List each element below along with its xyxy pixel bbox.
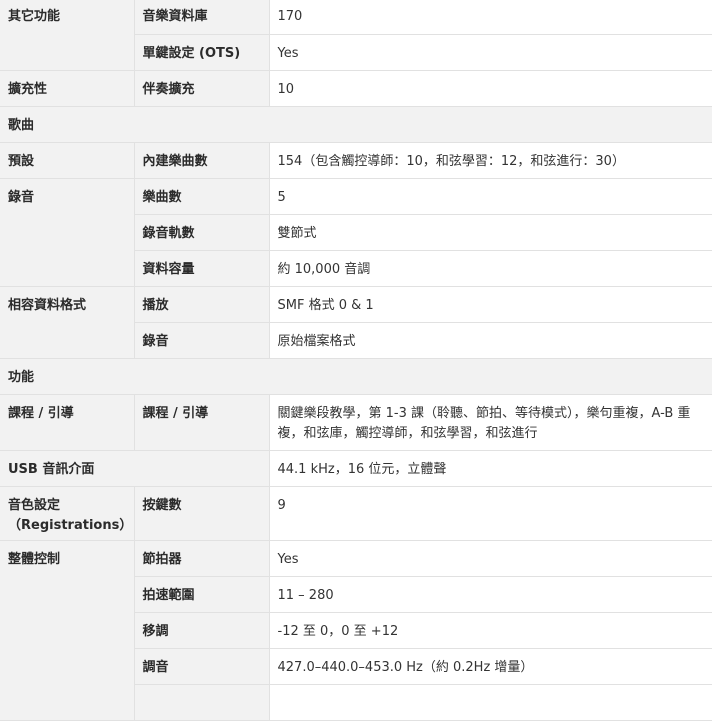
row-group-label: 預設 [0,142,134,179]
row-value: 10 [268,70,712,107]
row-label: 資料容量 [133,250,269,287]
row-label: 按鍵數 [133,486,269,541]
row-label: 樂曲數 [133,178,269,215]
row-value: 約 10,000 音調 [268,250,712,287]
section-row: 歌曲 [0,106,712,143]
table-row: 錄音 樂曲數 5 [0,178,712,287]
section-title: 歌曲 [0,106,712,143]
row-value: Yes [268,540,712,577]
row-label: 音樂資料庫 [133,0,269,35]
row-value: 44.1 kHz，16 位元，立體聲 [268,450,712,487]
row-label: 調音 [133,648,269,685]
row-value: 雙節式 [268,214,712,251]
row-value: 9 [268,486,712,541]
section-title: 功能 [0,358,712,395]
row-value: 原始檔案格式 [268,322,712,359]
row-label: 伴奏擴充 [133,70,269,107]
row-value [268,684,712,721]
row-group-label: 相容資料格式 [0,286,134,359]
table-row: 整體控制 節拍器 Yes [0,540,712,721]
spec-table: 其它功能 音樂資料庫 170 單鍵設定 (OTS) Yes 擴充性 伴奏擴充 1… [0,0,712,721]
row-group-label: 音色設定（Registrations） [0,486,134,541]
row-label: USB 音訊介面 [0,450,269,487]
row-label: 內建樂曲數 [133,142,269,179]
row-label: 播放 [133,286,269,323]
row-value: Yes [268,34,712,71]
row-group-label: 整體控制 [0,540,134,721]
row-value: 154（包含觸控導師：10，和弦學習：12，和弦進行：30） [268,142,712,179]
row-label: 錄音軌數 [133,214,269,251]
table-row: 預設 內建樂曲數 154（包含觸控導師：10，和弦學習：12，和弦進行：30） [0,142,712,179]
table-row: 相容資料格式 播放 SMF 格式 0 & 1 [0,286,712,359]
row-value: 5 [268,178,712,215]
row-label: 移調 [133,612,269,649]
row-value: 11 – 280 [268,576,712,613]
section-row: 功能 [0,358,712,395]
row-group-label: 課程 / 引導 [0,394,134,451]
row-label: 拍速範圍 [133,576,269,613]
row-value: 關鍵樂段教學，第 1-3 課（聆聽、節拍、等待模式），樂句重複，A-B 重複，和… [268,394,712,451]
row-group-label: 錄音 [0,178,134,287]
row-label [133,684,269,721]
row-value: SMF 格式 0 & 1 [268,286,712,323]
row-label: 節拍器 [133,540,269,577]
table-row: 擴充性 伴奏擴充 10 [0,70,712,107]
table-row: USB 音訊介面 44.1 kHz，16 位元，立體聲 [0,450,712,487]
row-label: 單鍵設定 (OTS) [133,34,269,71]
row-label: 課程 / 引導 [133,394,269,451]
row-label: 錄音 [133,322,269,359]
row-value: 427.0–440.0–453.0 Hz（約 0.2Hz 增量） [268,648,712,685]
row-value: 170 [268,0,712,35]
table-row: 課程 / 引導 課程 / 引導 關鍵樂段教學，第 1-3 課（聆聽、節拍、等待模… [0,394,712,451]
row-value: -12 至 0，0 至 +12 [268,612,712,649]
row-group-label: 擴充性 [0,70,134,107]
table-row: 音色設定（Registrations） 按鍵數 9 [0,486,712,541]
row-group-label: 其它功能 [0,0,134,71]
table-row: 其它功能 音樂資料庫 170 [0,0,712,71]
